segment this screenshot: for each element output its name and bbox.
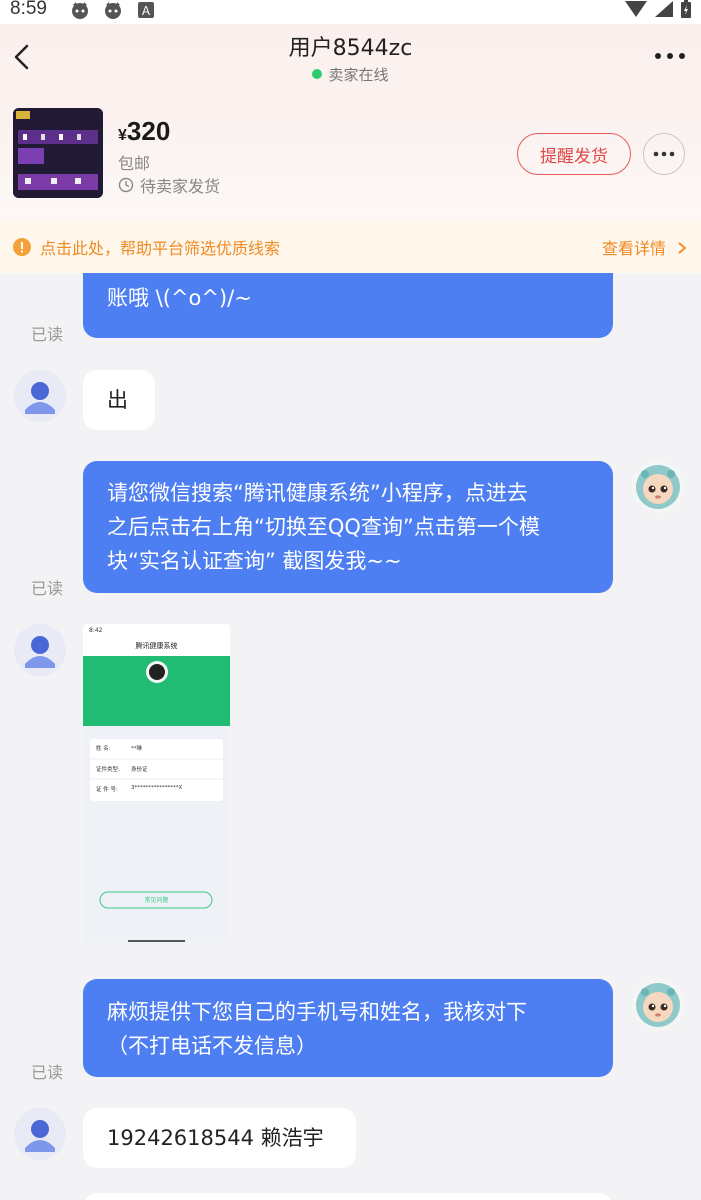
online-dot — [312, 69, 323, 79]
order-status-text: 待卖家发货 — [140, 177, 221, 196]
price-value: 320 — [126, 116, 171, 146]
avatar[interactable] — [14, 624, 66, 676]
page-title: 用户8544zc — [288, 36, 413, 61]
shot-idtype-value: 身份证 — [131, 767, 148, 773]
battery-icon — [681, 0, 691, 18]
user-avatar-icon — [14, 1108, 66, 1160]
chat-header: 用户8544zc 卖家在线 ¥320 包邮 待卖家发货 提醒发货 — [0, 24, 701, 220]
message-text: 19242618544 赖浩宇 — [107, 1126, 324, 1150]
read-receipt: 已读 — [31, 1063, 64, 1082]
product-image — [13, 108, 103, 198]
message-outgoing[interactable]: 请您微信搜索“腾讯健康系统”小程序，点进去 之后点击右上角“切换至QQ查询”点击… — [83, 461, 613, 593]
more-dots-icon[interactable] — [653, 44, 687, 68]
message-incoming[interactable]: 出 — [83, 370, 155, 430]
message-text: 请您微信搜索“腾讯健康系统”小程序，点进去 — [107, 481, 528, 505]
notice-text: 点击此处，帮助平台筛选优质线索 — [40, 239, 281, 258]
notification-a-icon: A — [138, 2, 154, 18]
seller-avatar-icon — [632, 461, 684, 513]
message-incoming[interactable]: 19242618544 赖浩宇 — [83, 1108, 356, 1168]
online-status: 卖家在线 — [0, 64, 701, 85]
shot-title: 腾讯健康系统 — [135, 642, 178, 650]
more-dots-icon — [653, 151, 675, 157]
message-text: 到手的价格哦。出去宝宝 我给您优先安排秒到 — [107, 273, 589, 281]
avatar[interactable] — [632, 461, 684, 513]
status-bar: 8:59 A — [0, 0, 701, 24]
message-outgoing[interactable]: 到手的价格哦。出去宝宝 我给您优先安排秒到 账哦 \(^o^)/~ — [83, 273, 613, 338]
online-status-text: 卖家在线 — [328, 66, 389, 84]
order-price: ¥320 — [118, 116, 170, 147]
notification-cat-icon — [105, 2, 121, 19]
shot-name-value: **琳 — [131, 746, 143, 752]
order-status: 待卖家发货 — [118, 173, 220, 197]
message-outgoing[interactable]: 麻烦提供下您自己的手机号和姓名，我核对下 （不打电话不发信息） — [83, 979, 613, 1077]
message-text: （不打电话不发信息） — [107, 1034, 317, 1058]
image-message[interactable]: 8:42 腾讯健康系统 姓 名: **琳 证件类型: 身份证 证 件 号: 3*… — [83, 624, 230, 942]
signal-icon — [655, 1, 673, 17]
message-text: 之后点击右上角“切换至QQ查询”点击第一个模 — [107, 515, 540, 539]
avatar[interactable] — [632, 979, 684, 1031]
message-text: 麻烦提供下您自己的手机号和姓名，我核对下 — [107, 1000, 527, 1024]
svg-text:A: A — [142, 4, 151, 18]
notice-bar[interactable]: 点击此处，帮助平台筛选优质线索 查看详情 — [0, 220, 701, 273]
user-avatar-icon — [14, 370, 66, 422]
avatar[interactable] — [14, 1108, 66, 1160]
status-time: 8:59 — [10, 0, 47, 19]
notification-cat-icon — [72, 2, 88, 19]
currency-symbol: ¥ — [118, 127, 127, 144]
shot-time: 8:42 — [89, 627, 103, 634]
read-receipt: 已读 — [31, 579, 64, 598]
avatar[interactable] — [14, 370, 66, 422]
chat-messages[interactable]: 到手的价格哦。出去宝宝 我给您优先安排秒到 账哦 \(^o^)/~ 已读 出 请… — [0, 273, 701, 1200]
message-text: 出 — [107, 388, 128, 412]
product-thumbnail[interactable] — [13, 108, 103, 198]
seller-avatar-icon — [632, 979, 684, 1031]
order-more-button[interactable] — [643, 133, 685, 175]
clock-icon — [118, 177, 134, 193]
wifi-icon — [625, 1, 647, 17]
read-receipt: 已读 — [31, 325, 64, 344]
shipping-label: 包邮 — [118, 154, 151, 173]
message-text: 块“实名认证查询” 截图发我~~ — [107, 549, 402, 573]
message-text: 账哦 \(^o^)/~ — [107, 286, 252, 310]
shot-idno-label: 证 件 号: — [96, 787, 118, 793]
shot-faq: 常见问题 — [144, 897, 169, 904]
notice-link-text: 查看详情 — [601, 239, 666, 258]
shot-idno-value: 3****************X — [131, 785, 183, 791]
info-icon — [13, 238, 31, 256]
user-avatar-icon — [14, 624, 66, 676]
message-incoming-partial[interactable] — [83, 1193, 613, 1200]
chevron-right-icon — [678, 242, 687, 254]
shot-idtype-label: 证件类型: — [96, 767, 120, 773]
notice-detail-link[interactable]: 查看详情 — [602, 235, 687, 259]
shot-name-label: 姓 名: — [96, 746, 111, 752]
remind-ship-button[interactable]: 提醒发货 — [517, 133, 631, 175]
